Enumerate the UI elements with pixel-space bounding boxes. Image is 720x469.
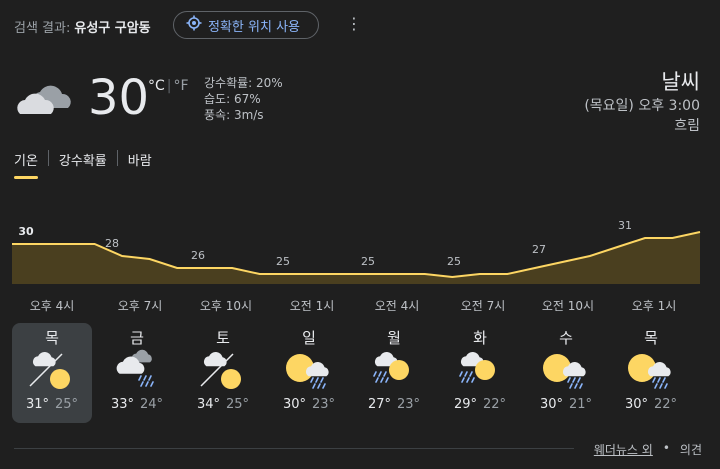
chart-tabs: 기온 강수확률 바람	[14, 150, 152, 179]
use-precise-location-button[interactable]: 정확한 위치 사용	[173, 11, 319, 39]
day-forecast-item[interactable]: 목 30° 22°	[611, 323, 691, 423]
hour-label: 오전 10시	[541, 299, 595, 313]
day-high-temp: 30°	[624, 397, 648, 412]
day-name: 금	[130, 329, 144, 347]
day-low-temp: 23°	[397, 397, 421, 412]
search-result-label: 검색 결과: 유성구 구암동	[14, 17, 151, 36]
partly-sunny-icon	[183, 347, 263, 393]
day-high-temp: 33°	[110, 397, 134, 412]
temperature-data-label: 25	[447, 255, 461, 268]
hour-label: 오후 7시	[117, 299, 163, 313]
day-forecast-item[interactable]: 화 29° 22°	[440, 323, 520, 423]
day-forecast-item[interactable]: 월 27° 23°	[354, 323, 434, 423]
day-forecast-item[interactable]: 목 31° 25°	[12, 323, 92, 423]
day-name: 일	[302, 329, 316, 347]
day-name: 월	[387, 329, 401, 347]
temperature-data-label: 25	[361, 255, 375, 268]
more-options-icon[interactable]: ⋮	[346, 14, 362, 34]
tab-temperature[interactable]: 기온	[14, 150, 38, 179]
footer-divider	[14, 448, 574, 449]
day-high-temp: 31°	[25, 397, 49, 412]
search-header: 검색 결과: 유성구 구암동 정확한 위치 사용 ⋮	[14, 8, 714, 42]
temperature-data-label: 27	[532, 243, 546, 256]
temperature-data-label: 26	[191, 249, 205, 262]
cloudy-icon	[14, 78, 74, 124]
day-forecast-item[interactable]: 금 33° 24°	[97, 323, 177, 423]
celsius-toggle[interactable]: °C	[148, 78, 165, 94]
day-name: 목	[644, 329, 658, 347]
temperature-data-label: 31	[618, 219, 632, 232]
day-high-temp: 29°	[453, 397, 477, 412]
day-name: 수	[559, 329, 573, 347]
rain-sun-icon	[354, 347, 434, 393]
search-prefix: 검색 결과:	[14, 21, 71, 36]
day-high-temp: 27°	[367, 397, 391, 412]
rain-sun-icon	[440, 347, 520, 393]
wind-speed: 풍속: 3m/s	[204, 108, 264, 122]
tab-divider	[47, 150, 49, 166]
sun-rain-icon	[611, 347, 691, 393]
footer-dot: •	[662, 441, 670, 455]
day-low-temp: 23°	[312, 397, 336, 412]
hour-labels: 오후 4시 오후 7시 오후 10시 오전 1시 오전 4시 오전 7시 오전 10시 오후 …	[0, 297, 720, 315]
day-low-temp: 25°	[55, 397, 79, 412]
day-low-temp: 24°	[140, 397, 164, 412]
sun-rain-icon	[526, 347, 606, 393]
day-forecast-item[interactable]: 수 30° 21°	[526, 323, 606, 423]
day-forecast-item[interactable]: 토 34° 25°	[183, 323, 263, 423]
tab-divider	[116, 150, 118, 166]
unit-toggle: °C | °F	[148, 78, 189, 94]
day-high-temp: 30°	[282, 397, 306, 412]
use-precise-location-label: 정확한 위치 사용	[208, 19, 300, 35]
source-link[interactable]: 웨더뉴스 외	[594, 441, 653, 458]
current-temperature: 30	[88, 70, 150, 126]
weather-details: 강수확률: 20% 습도: 67% 풍속: 3m/s	[204, 75, 283, 123]
location-target-icon	[186, 15, 202, 35]
search-location: 유성구 구암동	[74, 21, 151, 36]
temperature-data-label: 28	[105, 237, 119, 250]
footer: 웨더뉴스 외 • 의견	[594, 441, 702, 458]
weather-summary: 날씨 (목요일) 오후 3:00 흐림	[584, 68, 700, 136]
day-name: 토	[216, 329, 230, 347]
hour-label: 오후 10시	[199, 299, 253, 313]
humidity: 습도: 67%	[204, 92, 261, 106]
hour-label: 오후 4시	[29, 299, 75, 313]
day-high-temp: 34°	[196, 397, 220, 412]
fahrenheit-toggle[interactable]: °F	[174, 78, 189, 94]
tab-wind[interactable]: 바람	[128, 150, 152, 179]
feedback-link[interactable]: 의견	[680, 441, 702, 458]
day-low-temp: 22°	[654, 397, 678, 412]
day-name: 목	[45, 329, 59, 347]
daily-forecast: 목 31° 25° 금 33° 24° 토 34° 25° 일 30° 23° 월 27° 23° 화 29° 2…	[12, 323, 712, 423]
cloud-rain-icon	[97, 347, 177, 393]
weather-datetime: (목요일) 오후 3:00	[584, 98, 700, 114]
day-high-temp: 30°	[539, 397, 563, 412]
day-forecast-item[interactable]: 일 30° 23°	[269, 323, 349, 423]
hour-label: 오후 1시	[631, 299, 677, 313]
day-low-temp: 21°	[569, 397, 593, 412]
day-low-temp: 25°	[226, 397, 250, 412]
hour-label: 오전 1시	[289, 299, 335, 313]
hour-label: 오전 4시	[374, 299, 420, 313]
temperature-data-label: 25	[276, 255, 290, 268]
day-low-temp: 22°	[483, 397, 507, 412]
temperature-data-label: 30	[18, 225, 34, 238]
sun-rain-icon	[269, 347, 349, 393]
unit-separator: |	[166, 78, 172, 94]
weather-title: 날씨	[661, 70, 700, 94]
partly-sunny-icon	[12, 347, 92, 393]
weather-condition: 흐림	[674, 118, 700, 134]
tab-precipitation[interactable]: 강수확률	[59, 150, 107, 179]
precipitation-probability: 강수확률: 20%	[204, 76, 283, 90]
hour-label: 오전 7시	[460, 299, 506, 313]
temperature-chart: 30 28 26 25 25 25 27 31	[12, 219, 701, 284]
day-name: 화	[473, 329, 487, 347]
